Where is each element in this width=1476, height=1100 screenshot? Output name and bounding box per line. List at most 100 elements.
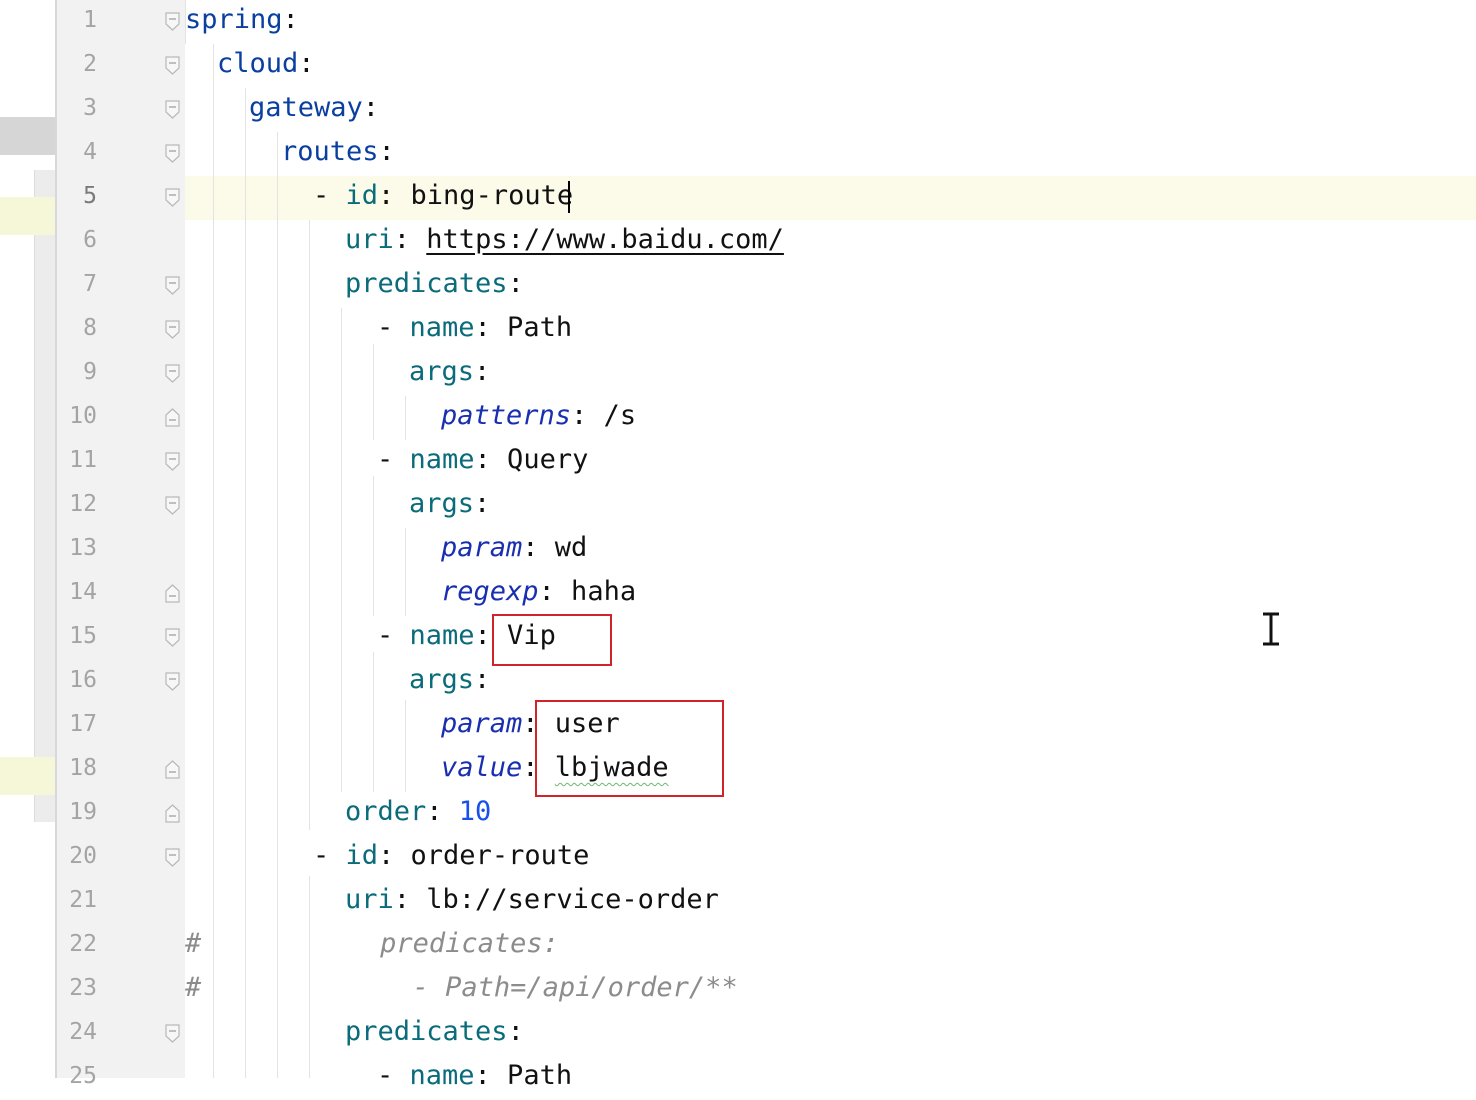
fold-toggle-icon[interactable] <box>165 56 180 75</box>
token: - <box>377 444 410 475</box>
code-line[interactable]: uri: lb://service-order <box>185 880 1476 924</box>
token: uri <box>345 884 394 915</box>
code-text: spring: <box>185 0 299 44</box>
fold-toggle-icon[interactable] <box>165 628 180 647</box>
code-text: # predicates: <box>185 924 559 968</box>
code-line[interactable]: # predicates: <box>185 924 1476 968</box>
code-line[interactable]: args: <box>185 660 1476 704</box>
line-number: 15 <box>69 623 97 649</box>
indent-guide <box>373 476 374 616</box>
code-line[interactable]: order: 10 <box>185 792 1476 836</box>
code-line[interactable]: predicates: <box>185 1012 1476 1056</box>
line-number: 5 <box>83 183 97 209</box>
code-text: cloud: <box>217 44 315 88</box>
fold-end-icon[interactable] <box>165 408 180 427</box>
left-tool-strip <box>0 0 55 1078</box>
code-line[interactable]: - name: Path <box>185 308 1476 352</box>
token: regexp <box>441 576 539 607</box>
code-text: param: wd <box>441 528 587 572</box>
scroll-track[interactable] <box>34 170 55 822</box>
indent-guide <box>277 132 278 1078</box>
indent-guide <box>341 308 342 792</box>
code-editor[interactable]: spring: cloud: gateway: routes: - id: bing-r… <box>185 0 1476 1091</box>
code-text: routes: <box>281 132 395 176</box>
indent-guide <box>245 88 246 1078</box>
token: value <box>441 752 523 783</box>
code-line[interactable]: - name: Vip <box>185 616 1476 660</box>
token: predicates <box>345 268 508 299</box>
line-number: 24 <box>69 1019 97 1045</box>
fold-toggle-icon[interactable] <box>165 452 180 471</box>
fold-toggle-icon[interactable] <box>165 848 180 867</box>
token: : <box>378 136 395 167</box>
fold-end-icon[interactable] <box>165 804 180 823</box>
code-line[interactable]: args: <box>185 484 1476 528</box>
fold-toggle-icon[interactable] <box>165 12 180 31</box>
line-number: 11 <box>69 447 97 473</box>
token: predicates <box>345 1016 508 1047</box>
fold-toggle-icon[interactable] <box>165 672 180 691</box>
change-marker <box>0 197 55 235</box>
text-cursor-icon <box>1263 612 1279 646</box>
fold-end-icon[interactable] <box>165 584 180 603</box>
fold-toggle-icon[interactable] <box>165 1024 180 1043</box>
token: : <box>507 268 524 299</box>
code-line[interactable]: - name: Query <box>185 440 1476 484</box>
code-line-current[interactable]: - id: bing-route <box>185 176 1476 220</box>
code-text: regexp: haha <box>441 572 636 616</box>
code-line[interactable]: - id: order-route <box>185 836 1476 880</box>
text-caret <box>568 181 570 213</box>
fold-end-icon[interactable] <box>165 760 180 779</box>
code-text: uri: lb://service-order <box>345 880 719 924</box>
line-number: 18 <box>69 755 97 781</box>
code-line[interactable]: predicates: <box>185 264 1476 308</box>
token: # <box>185 928 202 959</box>
fold-toggle-icon[interactable] <box>165 188 180 207</box>
code-line[interactable]: value: lbjwade <box>185 748 1476 792</box>
code-line[interactable]: args: <box>185 352 1476 396</box>
code-text: - name: Path <box>377 1056 572 1100</box>
fold-toggle-icon[interactable] <box>165 364 180 383</box>
editor-gutter[interactable]: 1 2 3 4 5 6 7 8 9 10 11 12 13 14 15 16 17 18 19 20 21 22 23 24 2… <box>55 0 185 1089</box>
fold-toggle-icon[interactable] <box>165 276 180 295</box>
line-number: 19 <box>69 799 97 825</box>
code-text: args: <box>409 352 490 396</box>
token: : /s <box>571 400 637 431</box>
token: args <box>409 664 475 695</box>
token: # <box>185 972 202 1003</box>
token: - <box>313 180 346 211</box>
code-line[interactable]: uri: https://www.baidu.com/ <box>185 220 1476 264</box>
fold-toggle-icon[interactable] <box>165 496 180 515</box>
code-line[interactable]: routes: <box>185 132 1476 176</box>
fold-toggle-icon[interactable] <box>165 144 180 163</box>
code-text: args: <box>409 660 490 704</box>
line-number: 25 <box>69 1063 97 1089</box>
code-line[interactable]: - name: Path <box>185 1056 1476 1100</box>
code-text: - name: Query <box>377 440 588 484</box>
token: : <box>426 796 459 827</box>
fold-toggle-icon[interactable] <box>165 320 180 339</box>
code-line[interactable]: spring: <box>185 0 1476 44</box>
indent-guide <box>309 220 310 830</box>
code-line[interactable]: cloud: <box>185 44 1476 88</box>
token: : <box>507 1016 524 1047</box>
token: name <box>409 444 475 475</box>
code-line[interactable]: regexp: haha <box>185 572 1476 616</box>
code-line[interactable]: param: user <box>185 704 1476 748</box>
code-line[interactable]: gateway: <box>185 88 1476 132</box>
indent-guide <box>405 528 406 616</box>
line-number: 9 <box>83 359 97 385</box>
code-text: # - Path=/api/order/** <box>185 968 738 1012</box>
line-number: 14 <box>69 579 97 605</box>
token: args <box>409 488 475 519</box>
token: routes <box>281 136 379 167</box>
token: 10 <box>458 796 492 827</box>
token: https://www.baidu.com/ <box>426 224 784 255</box>
code-line[interactable]: patterns: /s <box>185 396 1476 440</box>
line-number: 22 <box>69 931 97 957</box>
code-line[interactable]: # - Path=/api/order/** <box>185 968 1476 1012</box>
code-line[interactable]: param: wd <box>185 528 1476 572</box>
token: : lb://service-order <box>393 884 719 915</box>
fold-toggle-icon[interactable] <box>165 100 180 119</box>
token: predicates: <box>201 928 559 959</box>
